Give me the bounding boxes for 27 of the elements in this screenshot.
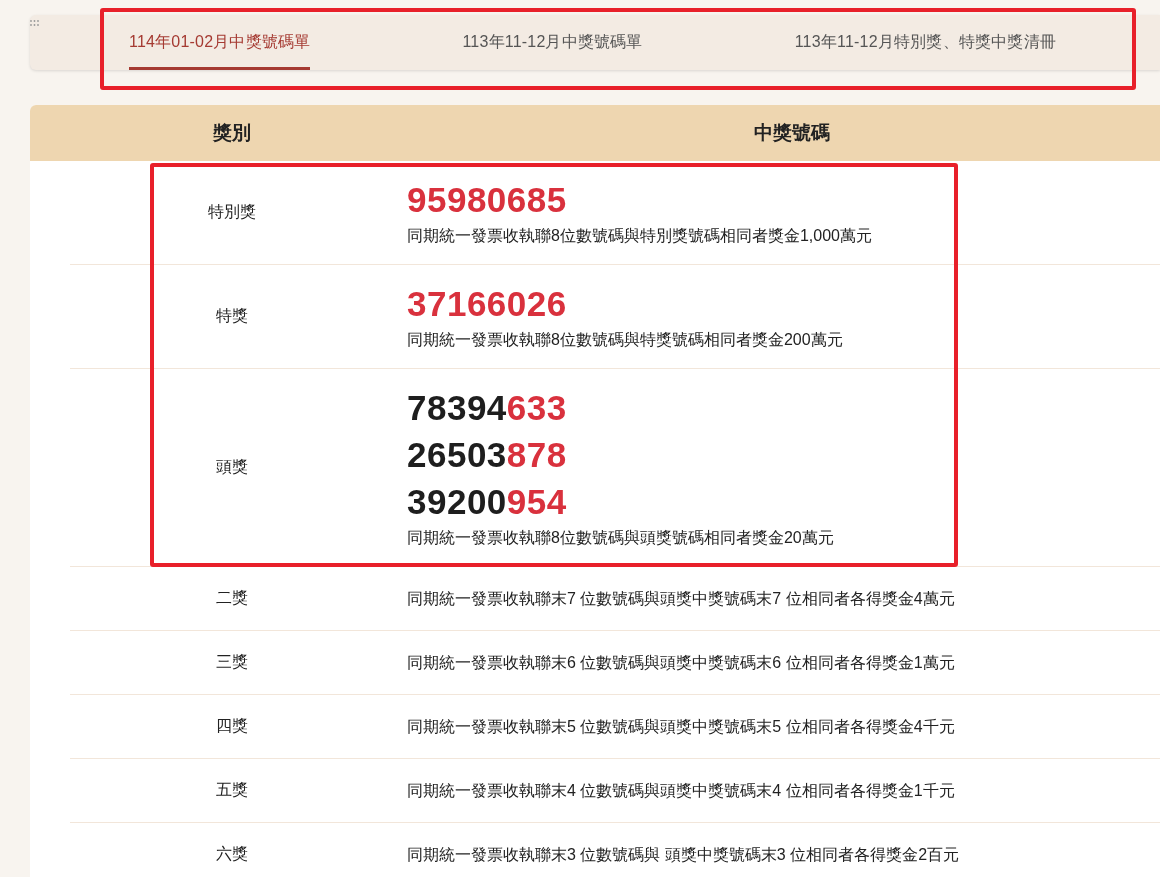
prize-description: 同期統一發票收執聯8位數號碼與特獎號碼相同者獎金200萬元 [407, 330, 843, 350]
tab[interactable]: 114年01-02月中獎號碼單 [129, 15, 311, 70]
prize-description: 同期統一發票收執聯末6 位數號碼與頭獎中獎號碼末6 位相同者各得獎金1萬元 [407, 652, 955, 673]
drag-handle-icon[interactable] [30, 20, 39, 27]
prize-name: 四獎 [215, 716, 249, 737]
prize-name: 五獎 [215, 780, 249, 801]
prize-name: 二獎 [215, 588, 249, 609]
prize-name: 頭獎 [215, 457, 249, 478]
winning-number: 37166026 [407, 283, 567, 325]
prize-name: 三獎 [215, 652, 249, 673]
winning-number: 95980685 [407, 179, 567, 221]
winning-number: 78394633 [407, 387, 567, 429]
winning-number: 39200954 [407, 481, 567, 523]
prize-name: 特別獎 [207, 202, 257, 223]
prize-description: 同期統一發票收執聯末7 位數號碼與頭獎中獎號碼末7 位相同者各得獎金4萬元 [407, 588, 955, 609]
prize-description: 同期統一發票收執聯末3 位數號碼與 頭獎中獎號碼末3 位相同者各得獎金2百元 [407, 844, 960, 865]
winning-number: 26503878 [407, 434, 567, 476]
prize-description: 同期統一發票收執聯8位數號碼與特別獎號碼相同者獎金1,000萬元 [407, 226, 872, 246]
prize-name: 特獎 [215, 306, 249, 327]
tab[interactable]: 113年11-12月中獎號碼單 [462, 15, 643, 70]
column-header: 中獎號碼 [753, 120, 831, 145]
tab[interactable]: 113年11-12月特別獎、特獎中獎清冊 [794, 15, 1056, 70]
prize-description: 同期統一發票收執聯末4 位數號碼與頭獎中獎號碼末4 位相同者各得獎金1千元 [407, 780, 955, 801]
column-header: 獎別 [212, 120, 252, 145]
prize-description: 同期統一發票收執聯末5 位數號碼與頭獎中獎號碼末5 位相同者各得獎金4千元 [407, 716, 955, 737]
prize-name: 六獎 [215, 844, 249, 865]
prize-description: 同期統一發票收執聯8位數號碼與頭獎號碼相同者獎金20萬元 [407, 528, 834, 548]
